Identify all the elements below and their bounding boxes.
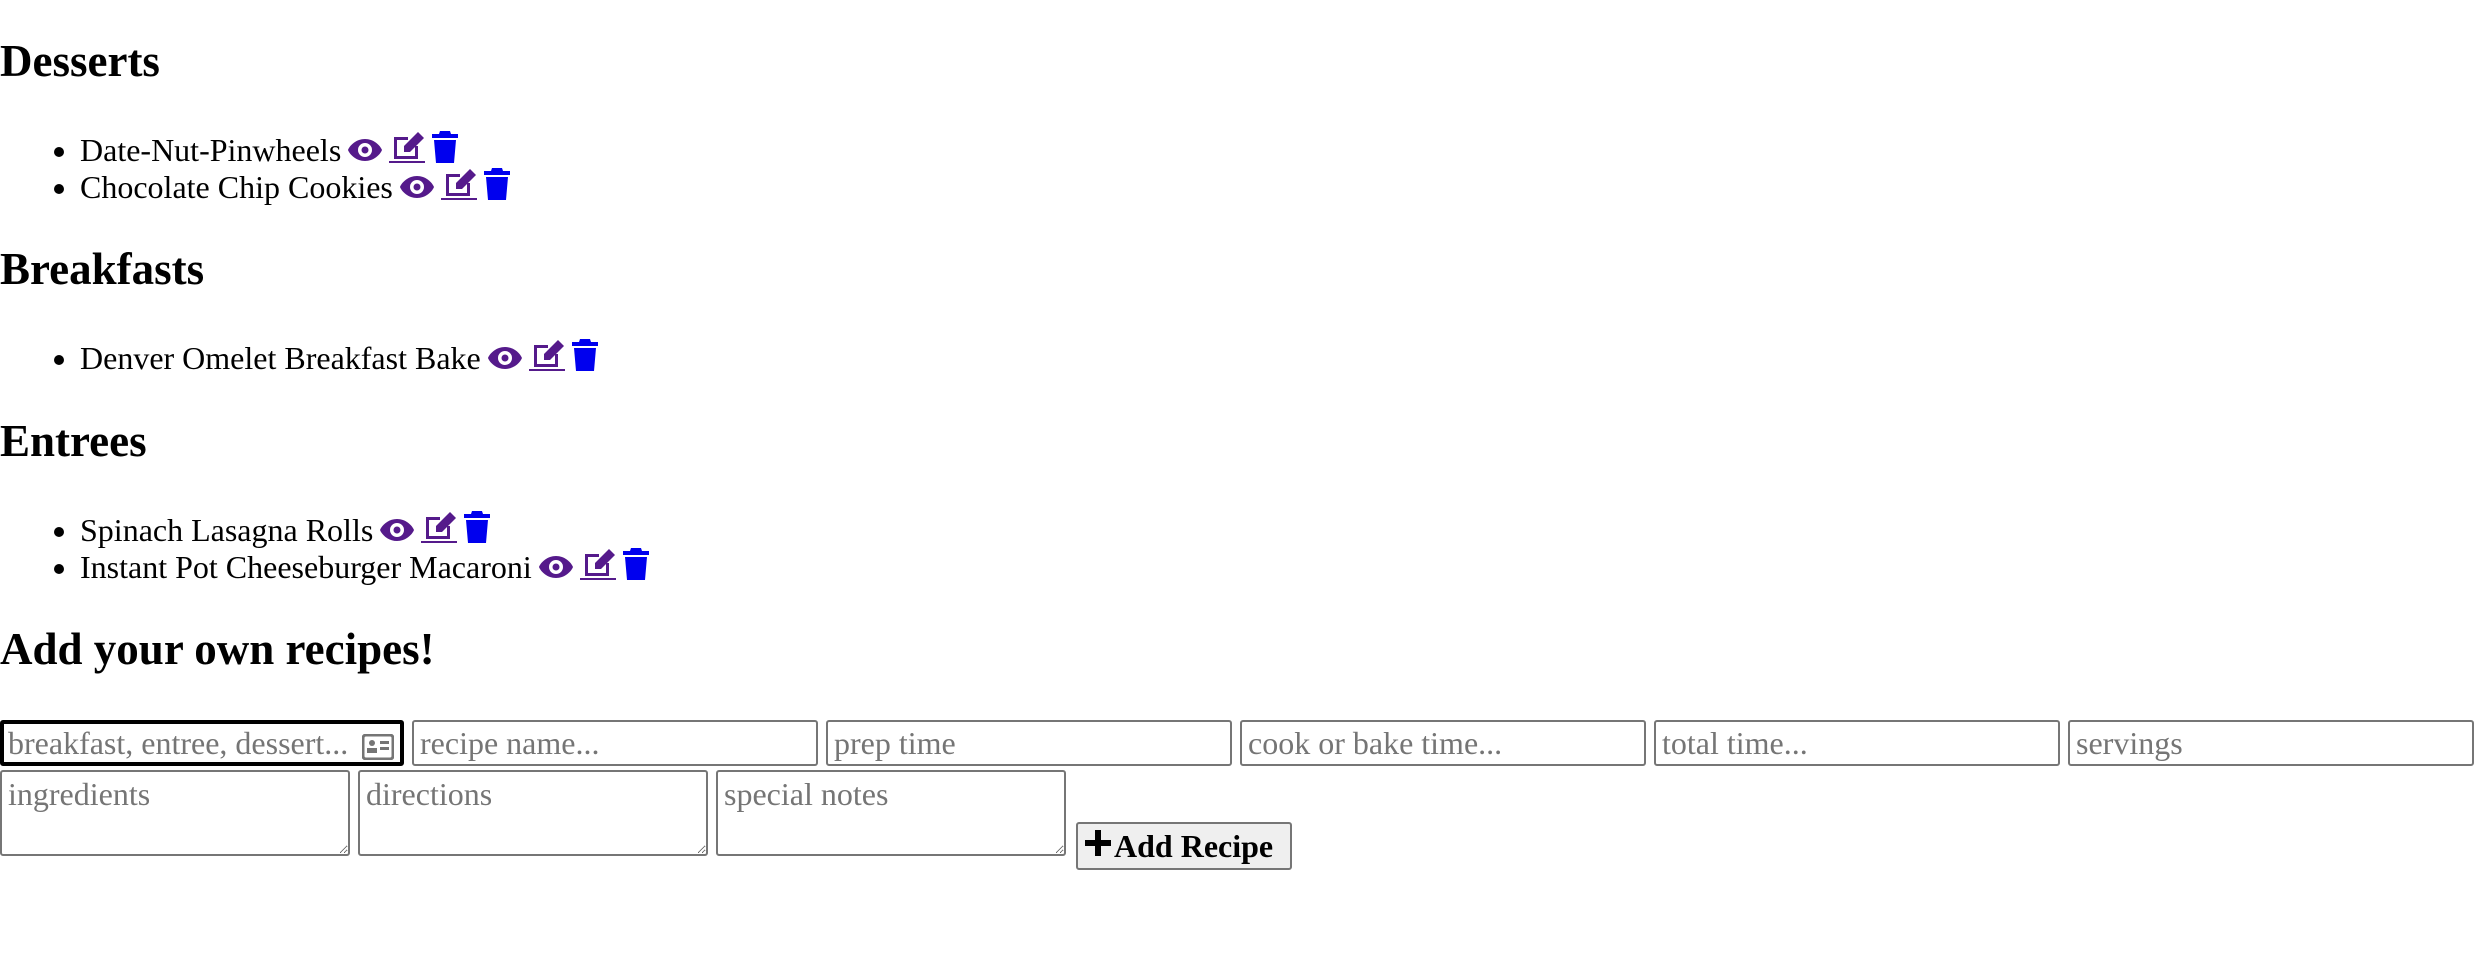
recipe-name: Chocolate Chip Cookies	[80, 169, 393, 205]
edit-icon[interactable]	[528, 339, 565, 371]
trash-icon[interactable]	[622, 548, 650, 580]
recipe-name: Spinach Lasagna Rolls	[80, 512, 374, 548]
recipe-name: Instant Pot Cheeseburger Macaroni	[80, 549, 532, 585]
recipe-list-breakfasts: Denver Omelet Breakfast Bake	[0, 339, 599, 376]
section-heading-entrees: Entrees	[0, 416, 147, 466]
recipe-list-entrees: Spinach Lasagna Rolls Instant Pot Cheese…	[0, 511, 650, 585]
servings-input[interactable]	[2068, 720, 2474, 766]
trash-icon[interactable]	[571, 339, 599, 371]
category-input[interactable]	[0, 720, 404, 766]
add-recipe-label: Add Recipe	[1114, 827, 1274, 864]
special-notes-textarea[interactable]	[716, 770, 1066, 856]
edit-icon[interactable]	[421, 511, 458, 543]
eye-icon[interactable]	[379, 517, 415, 543]
edit-icon[interactable]	[440, 168, 477, 200]
eye-icon[interactable]	[347, 137, 383, 163]
eye-icon[interactable]	[487, 345, 523, 371]
trash-icon[interactable]	[431, 131, 459, 163]
edit-icon[interactable]	[389, 131, 426, 163]
edit-icon[interactable]	[579, 548, 616, 580]
ingredients-textarea[interactable]	[0, 770, 350, 856]
list-item: Date-Nut-Pinwheels	[80, 131, 511, 168]
trash-icon[interactable]	[463, 511, 491, 543]
contact-card-icon[interactable]	[361, 731, 395, 768]
eye-icon[interactable]	[399, 174, 435, 200]
prep-time-input[interactable]	[826, 720, 1232, 766]
recipe-name: Date-Nut-Pinwheels	[80, 132, 342, 168]
section-heading-breakfasts: Breakfasts	[0, 244, 205, 294]
recipe-name-input[interactable]	[412, 720, 818, 766]
directions-textarea[interactable]	[358, 770, 708, 856]
list-item: Denver Omelet Breakfast Bake	[80, 339, 599, 376]
list-item: Instant Pot Cheeseburger Macaroni	[80, 548, 650, 585]
add-recipe-button[interactable]: Add Recipe	[1076, 822, 1292, 870]
eye-icon[interactable]	[538, 554, 574, 580]
recipe-name: Denver Omelet Breakfast Bake	[80, 340, 481, 376]
trash-icon[interactable]	[483, 168, 511, 200]
cook-time-input[interactable]	[1240, 720, 1646, 766]
recipe-list-desserts: Date-Nut-Pinwheels Chocolate Chip Cookie…	[0, 131, 511, 205]
plus-icon	[1084, 828, 1112, 865]
section-heading-desserts: Desserts	[0, 36, 160, 86]
total-time-input[interactable]	[1654, 720, 2060, 766]
list-item: Spinach Lasagna Rolls	[80, 511, 650, 548]
add-recipe-heading: Add your own recipes!	[0, 624, 435, 674]
list-item: Chocolate Chip Cookies	[80, 168, 511, 205]
